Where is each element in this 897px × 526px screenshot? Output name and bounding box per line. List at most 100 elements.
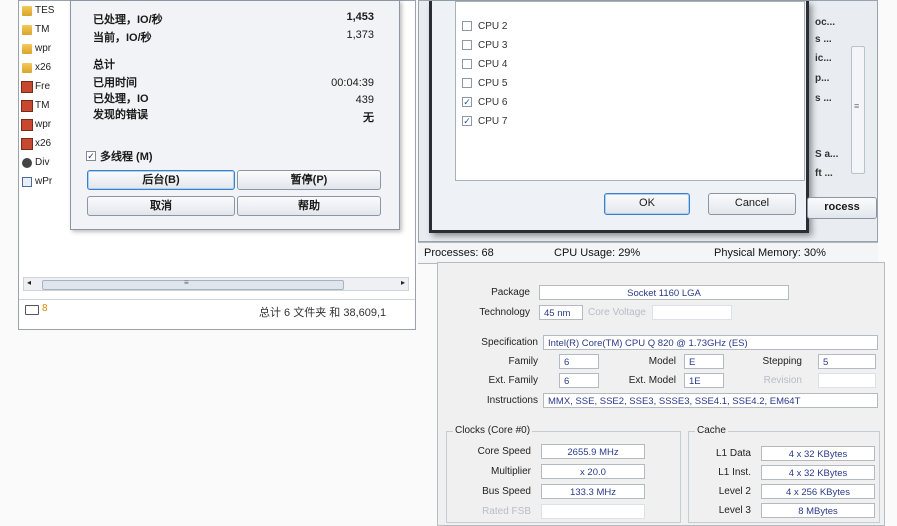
bus-speed-value: 133.3 MHz <box>541 484 645 499</box>
processor-affinity-dialog: CPU 2 CPU 3 CPU 4 CPU 5 ✓ CPU 6 ✓ CPU 7 OK… <box>429 1 809 233</box>
process-list-fragment: oc... s ... ic... p... s ... S a... ft .… <box>807 1 879 241</box>
scroll-left-arrow-icon[interactable]: ◂ <box>27 278 31 287</box>
totals-heading: 总计 <box>93 59 115 71</box>
progress-dialog: 已处理，IO/秒 1,453 当前，IO/秒 1,373 总计 已用时间 00:… <box>70 0 400 230</box>
file-name: TM <box>35 24 50 35</box>
scroll-thumb[interactable] <box>42 280 344 290</box>
technology-label: Technology <box>479 307 530 318</box>
file-name: wpr <box>35 119 52 130</box>
multithread-label: 多线程 (M) <box>100 151 153 163</box>
stepping-value: 5 <box>818 354 876 369</box>
cancel-button[interactable]: Cancel <box>708 193 796 215</box>
file-name: TES <box>35 5 55 16</box>
file-name: wPr <box>35 176 53 187</box>
cache-group: Cache L1 Data 4 x 32 KBytes L1 Inst. 4 x… <box>688 425 880 523</box>
l1-data-label: L1 Data <box>715 448 751 459</box>
process-text: s ... <box>815 34 832 45</box>
cpu-row[interactable]: ✓ CPU 6 <box>462 94 507 110</box>
instructions-value: MMX, SSE, SSE2, SSE3, SSSE3, SSE4.1, SSE… <box>543 393 878 408</box>
cpu-row[interactable]: CPU 2 <box>462 18 507 34</box>
cpu-row[interactable]: CPU 5 <box>462 75 507 91</box>
folder-icon <box>22 5 32 16</box>
cpu-label: CPU 6 <box>478 96 508 108</box>
rated-fsb-value <box>541 504 645 519</box>
status-bar: 8 总计 6 文件夹 和 38,609,1 <box>19 299 415 322</box>
cpu-checkbox[interactable] <box>462 40 472 50</box>
background-button[interactable]: 后台(B) <box>87 170 235 190</box>
cpu-label: CPU 5 <box>478 77 508 89</box>
film-icon <box>21 80 33 93</box>
level2-label: Level 2 <box>718 486 751 497</box>
process-text: ic... <box>815 53 832 64</box>
drive-icon <box>22 157 32 168</box>
folder-icon <box>22 24 32 35</box>
process-text: s ... <box>815 93 832 104</box>
cpu-checkbox[interactable] <box>462 59 472 69</box>
cpu-row[interactable]: ✓ CPU 7 <box>462 113 507 129</box>
ext-model-value: 1E <box>684 373 724 388</box>
rated-fsb-label: Rated FSB <box>482 506 531 517</box>
cpu-list: CPU 2 CPU 3 CPU 4 CPU 5 ✓ CPU 6 ✓ CPU 7 <box>455 1 805 181</box>
file-name: wpr <box>35 43 52 54</box>
cpu-label: CPU 7 <box>478 115 508 127</box>
processed-rate-value: 1,453 <box>346 11 374 23</box>
revision-value <box>818 373 876 388</box>
processes-count: Processes: 68 <box>424 247 494 259</box>
core-voltage-value <box>652 305 732 320</box>
level2-value: 4 x 256 KBytes <box>761 484 875 499</box>
ext-family-value: 6 <box>559 373 599 388</box>
horizontal-scrollbar[interactable]: ◂ ≡ ▸ <box>23 277 409 291</box>
current-rate-label: 当前，IO/秒 <box>93 32 152 44</box>
specification-label: Specification <box>481 337 538 348</box>
pause-button[interactable]: 暂停(P) <box>237 170 381 190</box>
task-manager-status-bar: Processes: 68 CPU Usage: 29% Physical Me… <box>418 242 878 264</box>
file-name: Fre <box>35 81 50 92</box>
multithread-checkbox[interactable]: ✓ 多线程 (M) <box>86 148 153 164</box>
process-text: ft ... <box>815 168 833 179</box>
file-name: TM <box>35 100 50 111</box>
elapsed-value: 00:04:39 <box>331 77 374 89</box>
cancel-button[interactable]: 取消 <box>87 196 235 216</box>
cpuz-window: Package Socket 1160 LGA Technology 45 nm… <box>437 262 885 526</box>
specification-value: Intel(R) Core(TM) CPU Q 820 @ 1.73GHz (E… <box>543 335 878 350</box>
cpu-checkbox[interactable]: ✓ <box>462 97 472 107</box>
cpu-row[interactable]: CPU 4 <box>462 56 507 72</box>
processed-label: 已处理，IO <box>93 93 149 105</box>
physical-memory: Physical Memory: 30% <box>714 247 826 259</box>
ext-family-label: Ext. Family <box>488 375 538 386</box>
computer-icon <box>25 305 39 315</box>
checkbox-check-icon[interactable]: ✓ <box>86 151 96 161</box>
core-speed-value: 2655.9 MHz <box>541 444 645 459</box>
package-value: Socket 1160 LGA <box>539 285 789 300</box>
help-button[interactable]: 帮助 <box>237 196 381 216</box>
level3-label: Level 3 <box>718 505 751 516</box>
process-text: oc... <box>815 17 836 28</box>
process-text: S a... <box>815 149 839 160</box>
cpu-checkbox[interactable] <box>462 21 472 31</box>
cpu-row[interactable]: CPU 3 <box>462 37 507 53</box>
film-icon <box>21 99 33 112</box>
grip-icon: ≡ <box>184 278 189 287</box>
current-rate-value: 1,373 <box>346 29 374 41</box>
cpu-checkbox[interactable] <box>462 78 472 88</box>
scroll-right-arrow-icon[interactable]: ▸ <box>401 278 405 287</box>
file-name: x26 <box>35 62 52 73</box>
status-summary: 总计 6 文件夹 和 38,609,1 <box>259 307 387 319</box>
clocks-title: Clocks (Core #0) <box>453 425 533 436</box>
cpu-label: CPU 4 <box>478 58 508 70</box>
family-value: 6 <box>559 354 599 369</box>
ok-button[interactable]: OK <box>604 193 690 215</box>
multiplier-label: Multiplier <box>490 466 531 477</box>
family-label: Family <box>508 356 538 367</box>
model-value: E <box>684 354 724 369</box>
file-name: x26 <box>35 138 52 149</box>
end-process-button[interactable]: rocess <box>807 197 877 219</box>
task-manager-window: CPU 2 CPU 3 CPU 4 CPU 5 ✓ CPU 6 ✓ CPU 7 OK… <box>418 0 878 242</box>
cpu-label: CPU 2 <box>478 20 508 32</box>
package-label: Package <box>491 287 530 298</box>
cpu-checkbox[interactable]: ✓ <box>462 116 472 126</box>
file-name: Div <box>35 157 50 168</box>
errors-label: 发现的错误 <box>93 109 148 121</box>
level3-value: 8 MBytes <box>761 503 875 518</box>
vertical-scrollbar[interactable]: ≡ <box>851 46 865 174</box>
